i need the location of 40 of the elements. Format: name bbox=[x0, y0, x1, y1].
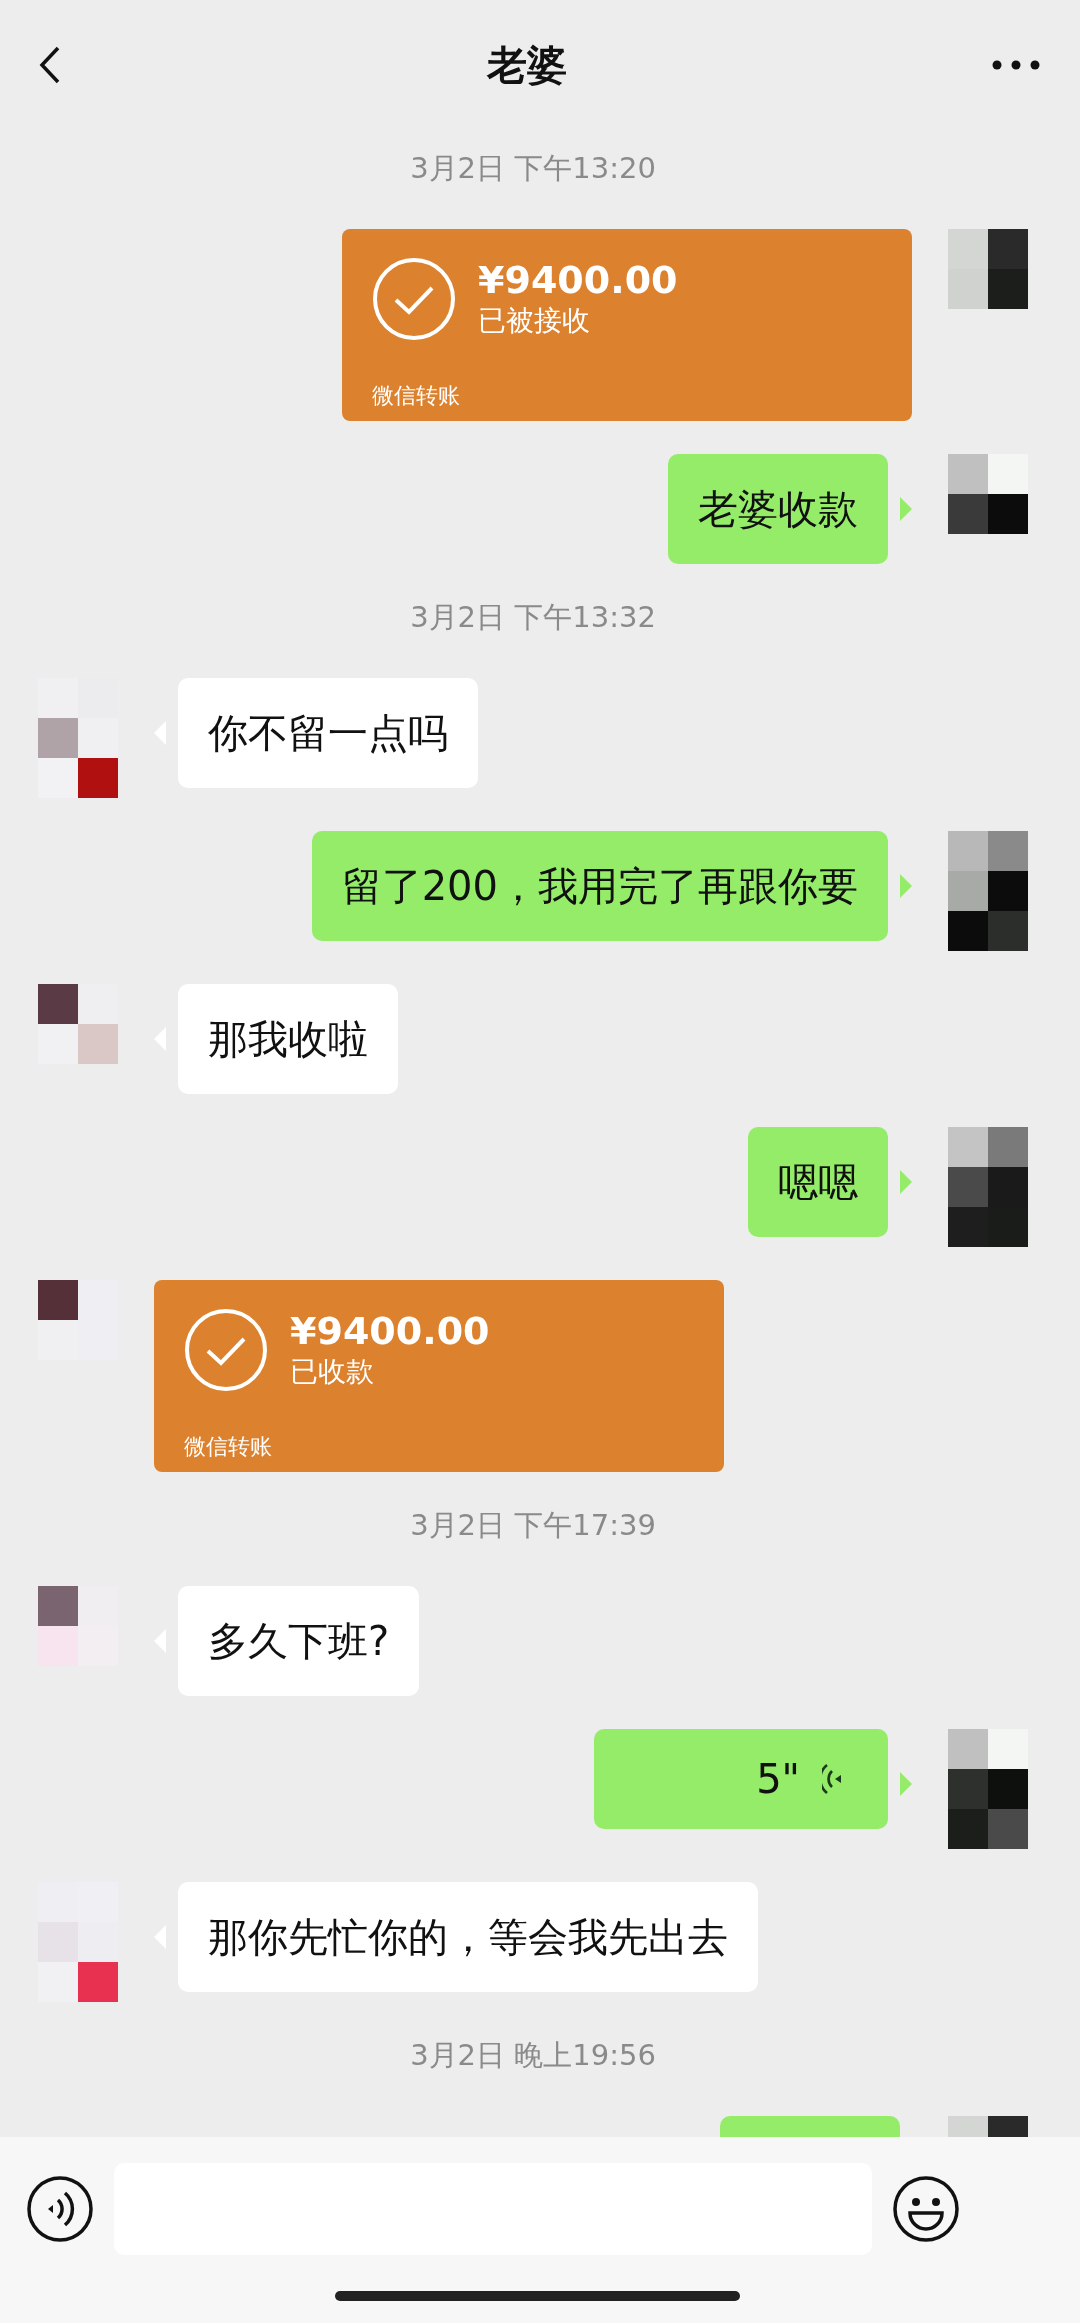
more-icon[interactable] bbox=[992, 60, 1040, 70]
timestamp: 3月2日 下午13:20 bbox=[410, 150, 656, 187]
transfer-amount: ¥9400.00 bbox=[290, 1309, 490, 1353]
back-icon[interactable] bbox=[38, 45, 62, 85]
bubble-tail bbox=[900, 497, 912, 521]
bubble-tail bbox=[900, 1170, 912, 1194]
avatar[interactable] bbox=[948, 454, 1028, 534]
avatar[interactable] bbox=[38, 1280, 118, 1360]
voice-icon bbox=[822, 1761, 844, 1797]
timestamp: 3月2日 下午17:39 bbox=[410, 1507, 656, 1544]
emoji-icon[interactable] bbox=[892, 2175, 960, 2243]
message-bubble: 嗯嗯 bbox=[748, 1127, 888, 1237]
bubble-tail bbox=[900, 874, 912, 898]
message-bubble: 留了200，我用完了再跟你要 bbox=[311, 831, 888, 941]
message-bubble: 那我收啦 bbox=[178, 984, 398, 1094]
voice-input-icon[interactable] bbox=[26, 2175, 94, 2243]
check-circle-icon bbox=[184, 1308, 268, 1392]
bubble-tail bbox=[900, 1772, 912, 1796]
message-bubble: 老婆收款 bbox=[668, 454, 888, 564]
message-bubble: 你不留一点吗 bbox=[178, 678, 478, 788]
avatar[interactable] bbox=[38, 678, 118, 798]
voice-message[interactable]: 5" bbox=[594, 1729, 888, 1829]
avatar[interactable] bbox=[948, 831, 1028, 951]
avatar[interactable] bbox=[948, 229, 1028, 309]
avatar[interactable] bbox=[948, 1127, 1028, 1247]
transfer-label: 微信转账 bbox=[372, 382, 461, 410]
timestamp: 3月2日 下午13:32 bbox=[410, 599, 656, 636]
message-bubble: 那你先忙你的，等会我先出去 bbox=[178, 1882, 758, 1992]
transfer-amount: ¥9400.00 bbox=[478, 258, 678, 302]
transfer-status: 已被接收 bbox=[478, 303, 591, 339]
transfer-status: 已收款 bbox=[290, 1354, 375, 1390]
check-circle-icon bbox=[372, 257, 456, 341]
chat-title: 老婆 bbox=[487, 40, 567, 90]
timestamp: 3月2日 晚上19:56 bbox=[410, 2037, 656, 2074]
message-bubble: 多久下班? bbox=[178, 1586, 420, 1696]
transfer-card[interactable]: ¥9400.00 已被接收 微信转账 bbox=[342, 229, 912, 421]
avatar[interactable] bbox=[38, 984, 118, 1064]
transfer-label: 微信转账 bbox=[184, 1433, 273, 1461]
avatar[interactable] bbox=[948, 1729, 1028, 1849]
transfer-card[interactable]: ¥9400.00 已收款 微信转账 bbox=[154, 1280, 724, 1472]
